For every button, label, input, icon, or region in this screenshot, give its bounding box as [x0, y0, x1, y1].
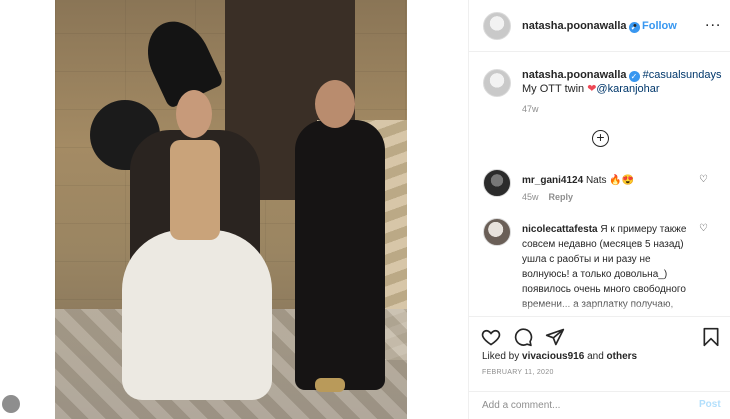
black-outfit: [295, 120, 385, 390]
comment-body: Nats: [585, 175, 607, 186]
follow-button[interactable]: Follow: [642, 20, 677, 32]
caption-mention[interactable]: @karanjohar: [596, 83, 659, 95]
caption-hashtag[interactable]: #casualsundays: [643, 69, 722, 81]
caption-username[interactable]: natasha.poonawalla: [522, 69, 627, 81]
gold-shoe: [315, 378, 345, 392]
comment-age[interactable]: 45w: [522, 192, 539, 202]
photo-woman-figure: [90, 11, 280, 400]
author-username-text[interactable]: natasha.poonawalla: [522, 20, 627, 32]
comments-fade: [469, 300, 730, 316]
comment-meta: 45w Reply: [522, 192, 573, 202]
more-options-icon[interactable]: ...: [705, 13, 721, 31]
liked-and: and: [587, 351, 604, 362]
post-header: natasha.poonawalla ✓ • Follow ...: [469, 0, 730, 52]
caption-age[interactable]: 47w: [522, 104, 539, 114]
author-username[interactable]: natasha.poonawalla ✓: [522, 20, 640, 33]
comment-emoji: 🔥😍: [609, 175, 635, 186]
post-actions: Liked by vivacious916 and others FEBRUAR…: [469, 316, 730, 419]
photo-man-figure: [280, 60, 390, 400]
comment-text: mr_gani4124 Nats 🔥😍: [522, 173, 707, 188]
add-comment-bar: Post: [469, 391, 730, 419]
liked-prefix: Liked by: [482, 351, 520, 362]
caption-line-1: natasha.poonawalla ✓ #casualsundays: [522, 69, 721, 82]
follow-separator: •: [633, 20, 637, 32]
heart-icon[interactable]: [481, 327, 501, 347]
bodice: [170, 140, 220, 240]
plus-circle-icon[interactable]: +: [592, 130, 609, 147]
post-date[interactable]: FEBRUARY 11, 2020: [482, 369, 554, 376]
comment-input[interactable]: [482, 400, 662, 411]
bookmark-icon[interactable]: [701, 327, 721, 347]
post-side-panel: natasha.poonawalla ✓ • Follow ... natasha…: [468, 0, 730, 419]
page-corner-icon: [2, 395, 20, 413]
man-head: [315, 80, 355, 128]
ruffled-gown: [122, 230, 272, 400]
likes-summary: Liked by vivacious916 and others: [482, 351, 637, 362]
commenter-username[interactable]: mr_gani4124: [522, 175, 583, 186]
commenter-username[interactable]: nicolecattafesta: [522, 224, 598, 235]
verified-badge-icon: ✓: [628, 71, 640, 82]
post-comment-button[interactable]: Post: [699, 399, 721, 410]
commenter-avatar[interactable]: [483, 169, 511, 197]
reply-button[interactable]: Reply: [549, 192, 574, 202]
caption-line-2: My OTT twin ❤@karanjohar: [522, 82, 660, 95]
caption-avatar[interactable]: [483, 69, 511, 97]
liked-others[interactable]: others: [607, 351, 638, 362]
comment-icon[interactable]: [513, 327, 533, 347]
woman-head: [176, 90, 212, 138]
author-avatar[interactable]: [483, 12, 511, 40]
post-image[interactable]: [55, 0, 407, 419]
commenter-avatar[interactable]: [483, 218, 511, 246]
share-icon[interactable]: [545, 327, 565, 347]
liked-user[interactable]: vivacious916: [522, 351, 584, 362]
small-heart-icon[interactable]: ♡: [699, 174, 708, 185]
caption-text: My OTT twin: [522, 83, 585, 95]
small-heart-icon[interactable]: ♡: [699, 223, 708, 234]
left-gutter: [0, 0, 55, 419]
